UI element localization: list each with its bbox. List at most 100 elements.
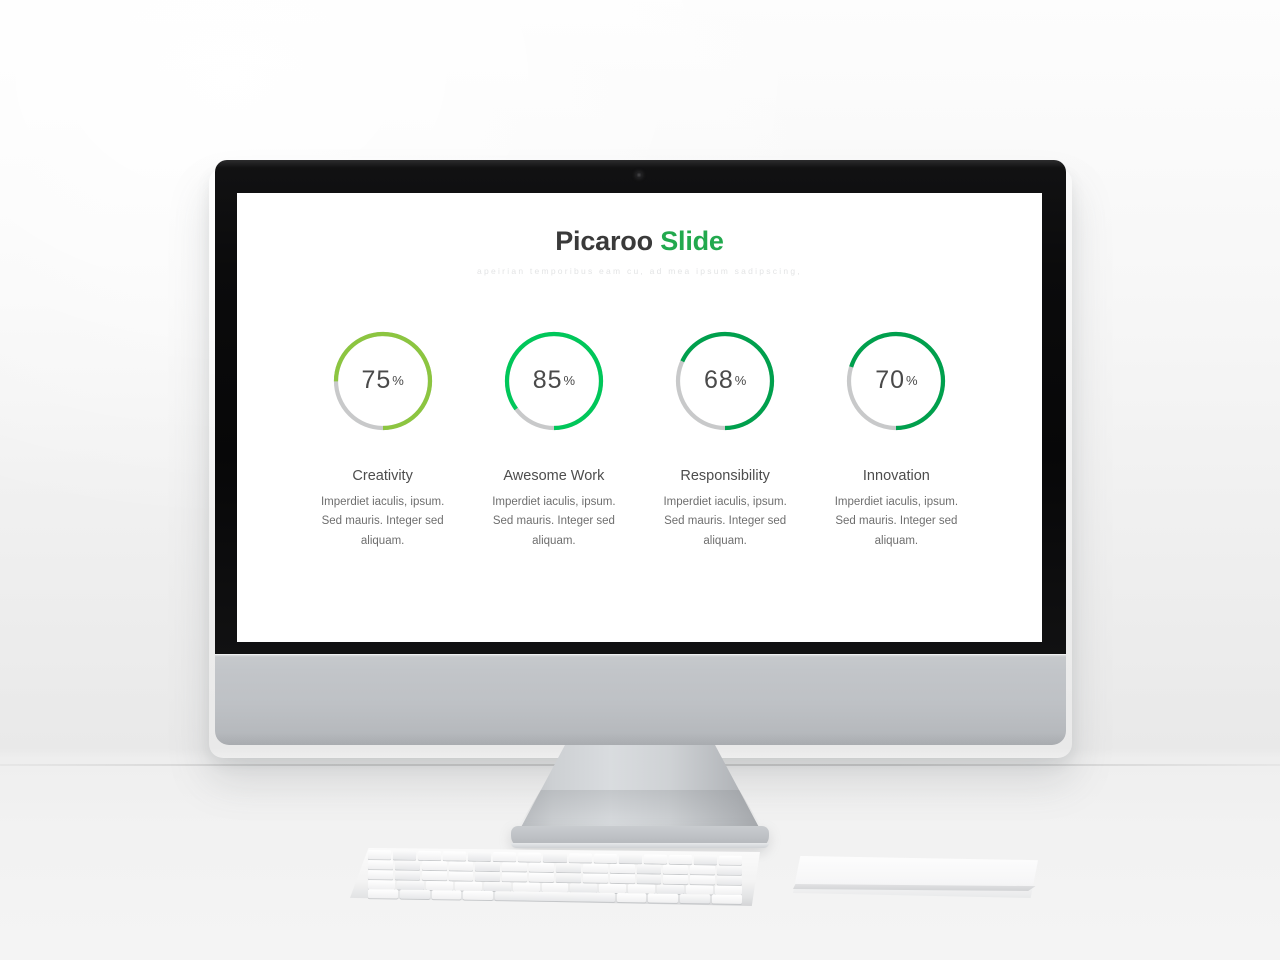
keyboard-key[interactable] [616,892,647,903]
keyboard-key[interactable] [393,850,417,860]
monitor-chin [215,654,1066,745]
keyboard-key[interactable] [425,880,453,891]
keyboard-key[interactable] [609,863,635,874]
keyboard-key[interactable] [463,890,494,901]
keyboard-key[interactable] [493,852,517,862]
keyboard-key[interactable] [599,883,627,894]
keyboard-key[interactable] [529,862,555,872]
keyboard-key[interactable] [582,873,608,883]
keyboard-key[interactable] [443,851,467,861]
keyboard-key[interactable] [367,870,393,880]
keyboard-key[interactable] [717,865,743,875]
keyboard-key[interactable] [475,871,501,882]
keyboard-key[interactable] [529,872,555,882]
keyboard-key[interactable] [448,861,474,871]
chin-highlight [215,654,1066,657]
keyboard-key[interactable] [693,855,717,865]
keyboard-key[interactable] [543,852,567,863]
keyboard-key[interactable] [502,862,528,872]
keyboard-key[interactable] [680,893,711,904]
gauge-number: 70 [875,366,905,395]
keyboard-key[interactable] [657,884,685,895]
keyboard-key[interactable] [367,850,392,860]
percent-symbol: % [392,373,404,389]
keyboard-key[interactable] [448,871,474,881]
keyboard-key[interactable] [628,884,656,894]
desktop-mockup-scene: Picaroo Slide apeirian temporibus eam cu… [0,0,1280,960]
keyboard-key[interactable] [686,885,714,895]
presentation-slide: Picaroo Slide apeirian temporibus eam cu… [237,193,1042,642]
trackpad[interactable] [793,856,1038,898]
keyboard-key[interactable] [609,873,635,884]
title-accent-text: Slide [660,226,724,256]
keyboard-keys [350,848,760,906]
keyboard-key[interactable] [512,882,540,892]
percent-symbol: % [906,373,918,389]
keyboard-key[interactable] [690,865,716,875]
keyboard-key[interactable] [714,885,743,895]
keyboard-key[interactable] [454,881,482,891]
keyboard-key[interactable] [636,874,662,884]
metric-card-body: Imperdiet iaculis, ipsum. Sed mauris. In… [834,495,959,548]
keyboard-key[interactable] [568,853,592,863]
slide-subtitle: apeirian temporibus eam cu, ad mea ipsum… [477,265,802,276]
keyboard-key[interactable] [468,851,492,861]
keyboard-key[interactable] [582,863,608,873]
keyboard-key[interactable] [663,874,689,885]
keyboard-key[interactable] [618,853,642,864]
monitor-stand-shadow [519,790,761,826]
bezel-highlight [215,160,1066,168]
gauge-number: 75 [361,366,392,395]
monitor-screen[interactable]: Picaroo Slide apeirian temporibus eam cu… [237,193,1042,642]
metrics-card-row: 75% Creativity Imperdiet iaculis, ipsum.… [237,330,1042,552]
metric-card-awesome-work[interactable]: 85% Awesome Work Imperdiet iaculis, ipsu… [468,330,639,552]
keyboard[interactable] [350,848,760,906]
donut-gauge-innovation: 70% [845,330,947,432]
gauge-value-text: 70% [845,330,947,432]
gauge-value-text: 68% [674,330,776,432]
keyboard-key[interactable] [394,860,420,870]
keyboard-key[interactable] [431,890,462,900]
keyboard-key[interactable] [421,870,447,881]
keyboard-key[interactable] [418,850,442,861]
donut-gauge-creativity: 75% [332,330,434,432]
metric-card-body: Imperdiet iaculis, ipsum. Sed mauris. In… [663,495,787,548]
keyboard-key[interactable] [643,854,667,864]
keyboard-key[interactable] [367,860,393,870]
gauge-value-text: 75% [332,330,434,432]
percent-symbol: % [563,373,576,389]
page-title: Picaroo Slide [237,226,1042,257]
keyboard-key[interactable] [483,881,511,892]
keyboard-key[interactable] [593,853,617,863]
keyboard-key[interactable] [555,873,581,883]
keyboard-key[interactable] [367,880,396,890]
keyboard-key[interactable] [663,864,689,875]
gauge-number: 68 [703,366,734,395]
metric-card-creativity[interactable]: 75% Creativity Imperdiet iaculis, ipsum.… [297,330,468,552]
keyboard-key[interactable] [394,870,420,880]
keyboard-key[interactable] [668,854,692,865]
percent-symbol: % [734,373,747,389]
keyboard-key[interactable] [518,852,542,862]
metric-card-title: Responsibility [680,467,770,484]
metric-card-body: Imperdiet iaculis, ipsum. Sed mauris. In… [320,495,445,548]
keyboard-key[interactable] [399,889,430,900]
keyboard-key[interactable] [421,860,447,871]
computer-monitor: Picaroo Slide apeirian temporibus eam cu… [215,160,1066,745]
metric-card-responsibility[interactable]: 68% Responsibility Imperdiet iaculis, ip… [640,330,811,552]
keyboard-key[interactable] [690,875,716,885]
keyboard-key[interactable] [648,893,679,903]
keyboard-key[interactable] [570,883,598,893]
keyboard-key[interactable] [367,889,398,899]
keyboard-key[interactable] [396,880,424,890]
keyboard-key[interactable] [718,855,742,865]
keyboard-key[interactable] [495,891,615,902]
keyboard-key[interactable] [555,863,581,873]
keyboard-key[interactable] [475,861,501,872]
keyboard-key[interactable] [541,882,569,893]
keyboard-key[interactable] [717,875,743,885]
keyboard-key[interactable] [712,894,743,904]
metric-card-innovation[interactable]: 70% Innovation Imperdiet iaculis, ipsum.… [811,330,982,552]
keyboard-key[interactable] [502,872,528,882]
keyboard-key[interactable] [636,864,662,874]
